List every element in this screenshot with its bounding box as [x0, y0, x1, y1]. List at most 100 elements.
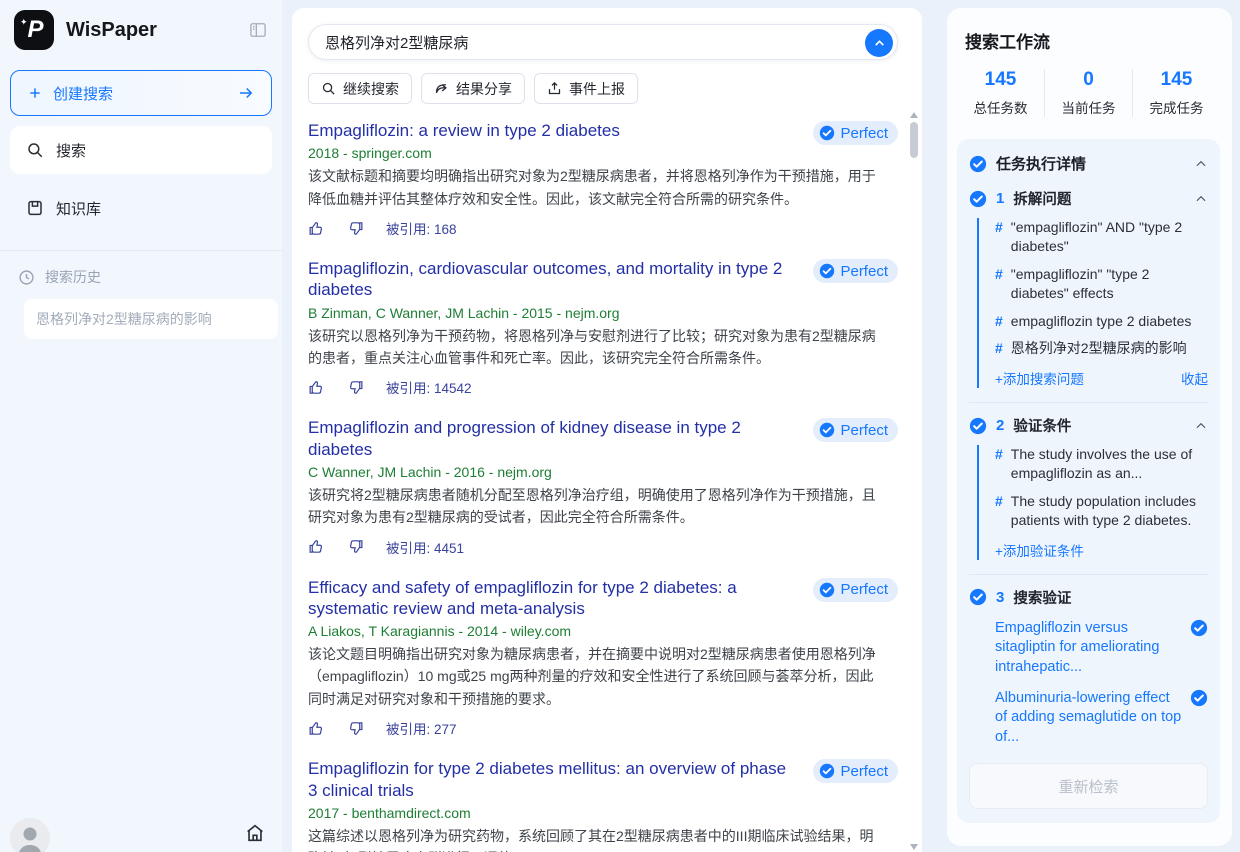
- check-circle-icon: [819, 763, 835, 779]
- collapse-link[interactable]: 收起: [1181, 368, 1208, 388]
- result-feedback-row: 被引用: 4451: [308, 537, 794, 557]
- result-snippet: 这篇综述以恩格列净为研究药物，系统回顾了其在2型糖尿病患者中的III期临床试验结…: [308, 825, 878, 852]
- results-scrollbar[interactable]: [909, 112, 919, 852]
- match-status-badge: Perfect: [813, 418, 898, 442]
- sidebar-item-search[interactable]: 搜索: [10, 126, 272, 174]
- thumbs-down-icon[interactable]: [347, 720, 364, 737]
- add-verify-condition-link[interactable]: +添加验证条件: [995, 540, 1084, 560]
- search-query-item: # "empagliflozin" "type 2 diabetes" effe…: [995, 265, 1208, 303]
- stat-total-tasks: 145 总任务数: [957, 69, 1044, 117]
- retry-search-button[interactable]: 重新检索: [969, 763, 1208, 809]
- search-input[interactable]: 恩格列净对2型糖尿病: [308, 24, 898, 60]
- share-results-button[interactable]: 结果分享: [421, 73, 525, 104]
- result-feedback-row: 被引用: 14542: [308, 377, 794, 397]
- search-history-header: 搜索历史: [18, 267, 268, 287]
- check-circle-icon: [969, 190, 987, 208]
- app-title: WisPaper: [66, 19, 248, 42]
- stat-completed-tasks: 145 完成任务: [1132, 69, 1220, 117]
- result-item: Empagliflozin, cardiovascular outcomes, …: [308, 258, 898, 397]
- report-event-button[interactable]: 事件上报: [534, 73, 638, 104]
- collapse-search-button[interactable]: [865, 29, 893, 57]
- result-snippet: 该文献标题和摘要均明确指出研究对象为2型糖尿病患者，并将恩格列净作为干预措施，用…: [308, 165, 878, 210]
- plus-icon: [27, 85, 43, 101]
- result-meta: C Wanner, JM Lachin - 2016 - nejm.org: [308, 464, 794, 480]
- hash-icon: #: [995, 265, 1003, 303]
- result-item: Empagliflozin: a review in type 2 diabet…: [308, 120, 898, 238]
- chevron-up-icon[interactable]: [1194, 192, 1208, 206]
- scrollbar-thumb[interactable]: [910, 122, 918, 158]
- result-snippet: 该研究以恩格列净为干预药物，将恩格列净与安慰剂进行了比较；研究对象为患有2型糖尿…: [308, 325, 878, 370]
- search-query-item: # 恩格列净对2型糖尿病的影响: [995, 339, 1208, 358]
- citation-count: 被引用: 14542: [386, 377, 472, 397]
- home-icon[interactable]: [244, 822, 266, 844]
- result-title-link[interactable]: Empagliflozin for type 2 diabetes mellit…: [308, 759, 786, 799]
- thumbs-down-icon[interactable]: [347, 379, 364, 396]
- result-meta: A Liakos, T Karagiannis - 2014 - wiley.c…: [308, 623, 794, 639]
- verify-condition-item: # The study population includes patients…: [995, 492, 1208, 530]
- workflow-title: 搜索工作流: [965, 28, 1220, 53]
- result-snippet: 该论文题目明确指出研究对象为糖尿病患者，并在摘要中说明对2型糖尿病患者使用恩格列…: [308, 643, 878, 710]
- check-circle-icon: [1190, 619, 1208, 637]
- search-query-text: 恩格列净对2型糖尿病: [325, 32, 468, 53]
- result-meta: B Zinman, C Wanner, JM Lachin - 2015 - n…: [308, 305, 794, 321]
- match-status-badge: Perfect: [813, 259, 898, 283]
- thumbs-down-icon[interactable]: [347, 220, 364, 237]
- sidebar-item-label: 搜索: [56, 140, 86, 161]
- sidebar-item-label: 知识库: [56, 198, 101, 219]
- sidebar: ✦P WisPaper 创建搜索 搜索: [0, 0, 282, 852]
- result-item: Empagliflozin for type 2 diabetes mellit…: [308, 758, 898, 852]
- chevron-up-icon[interactable]: [1194, 157, 1208, 171]
- scroll-down-arrow[interactable]: [910, 844, 918, 850]
- result-item: Efficacy and safety of empagliflozin for…: [308, 577, 898, 739]
- check-circle-icon: [819, 582, 835, 598]
- match-status-badge: Perfect: [813, 121, 898, 145]
- validation-paper-link: Albuminuria-lowering effect of adding se…: [995, 689, 1208, 748]
- user-avatar[interactable]: [10, 818, 50, 852]
- scroll-up-arrow[interactable]: [910, 112, 918, 118]
- thumbs-up-icon[interactable]: [308, 220, 325, 237]
- task-details-card: 任务执行详情 1 拆解问题: [957, 139, 1220, 823]
- thumbs-up-icon[interactable]: [308, 538, 325, 555]
- thumbs-up-icon[interactable]: [308, 379, 325, 396]
- hash-icon: #: [995, 218, 1003, 256]
- search-history-item[interactable]: 恩格列净对2型糖尿病的影响: [24, 299, 278, 339]
- share-icon: [434, 81, 449, 96]
- result-feedback-row: 被引用: 277: [308, 718, 794, 738]
- result-feedback-row: 被引用: 168: [308, 218, 794, 238]
- result-meta: 2017 - benthamdirect.com: [308, 805, 794, 821]
- step-verify-conditions: 2 验证条件 # The study involves the use of e…: [969, 402, 1208, 560]
- results-panel: 恩格列净对2型糖尿病 继续搜索 结果分享: [292, 8, 922, 852]
- result-snippet: 该研究将2型糖尿病患者随机分配至恩格列净治疗组，明确使用了恩格列净作为干预措施，…: [308, 484, 878, 529]
- hash-icon: #: [995, 445, 1003, 483]
- result-meta: 2018 - springer.com: [308, 145, 794, 161]
- collapse-sidebar-icon[interactable]: [248, 20, 268, 40]
- sidebar-item-knowledge-base[interactable]: 知识库: [10, 184, 272, 232]
- result-title-link[interactable]: Empagliflozin and progression of kidney …: [308, 418, 741, 458]
- results-list: Empagliflozin: a review in type 2 diabet…: [308, 120, 898, 852]
- create-search-button[interactable]: 创建搜索: [10, 70, 272, 116]
- result-item: Empagliflozin and progression of kidney …: [308, 417, 898, 556]
- check-circle-icon: [1190, 689, 1208, 707]
- check-circle-icon: [819, 422, 835, 438]
- result-title-link[interactable]: Empagliflozin: a review in type 2 diabet…: [308, 121, 620, 140]
- result-title-link[interactable]: Empagliflozin, cardiovascular outcomes, …: [308, 259, 782, 299]
- step-decompose-question: 1 拆解问题 # "empagliflozin" AND "type 2 dia…: [969, 188, 1208, 388]
- thumbs-up-icon[interactable]: [308, 720, 325, 737]
- step-search-validation: 3 搜索验证 Empagliflozin versus sitagliptin …: [969, 574, 1208, 747]
- add-search-question-link[interactable]: +添加搜索问题: [995, 368, 1084, 388]
- result-actions-toolbar: 继续搜索 结果分享 事件上报: [308, 73, 898, 104]
- check-circle-icon: [819, 263, 835, 279]
- chevron-up-icon[interactable]: [1194, 419, 1208, 433]
- clock-icon: [18, 269, 35, 286]
- verify-condition-item: # The study involves the use of empaglif…: [995, 445, 1208, 483]
- search-query-item: # empagliflozin type 2 diabetes: [995, 312, 1208, 331]
- thumbs-down-icon[interactable]: [347, 538, 364, 555]
- result-title-link[interactable]: Efficacy and safety of empagliflozin for…: [308, 578, 737, 618]
- upload-icon: [547, 81, 562, 96]
- check-circle-icon: [819, 125, 835, 141]
- continue-search-button[interactable]: 继续搜索: [308, 73, 412, 104]
- stat-current-tasks: 0 当前任务: [1044, 69, 1132, 117]
- check-circle-icon: [969, 588, 987, 606]
- hash-icon: #: [995, 312, 1003, 331]
- create-search-label: 创建搜索: [53, 83, 237, 104]
